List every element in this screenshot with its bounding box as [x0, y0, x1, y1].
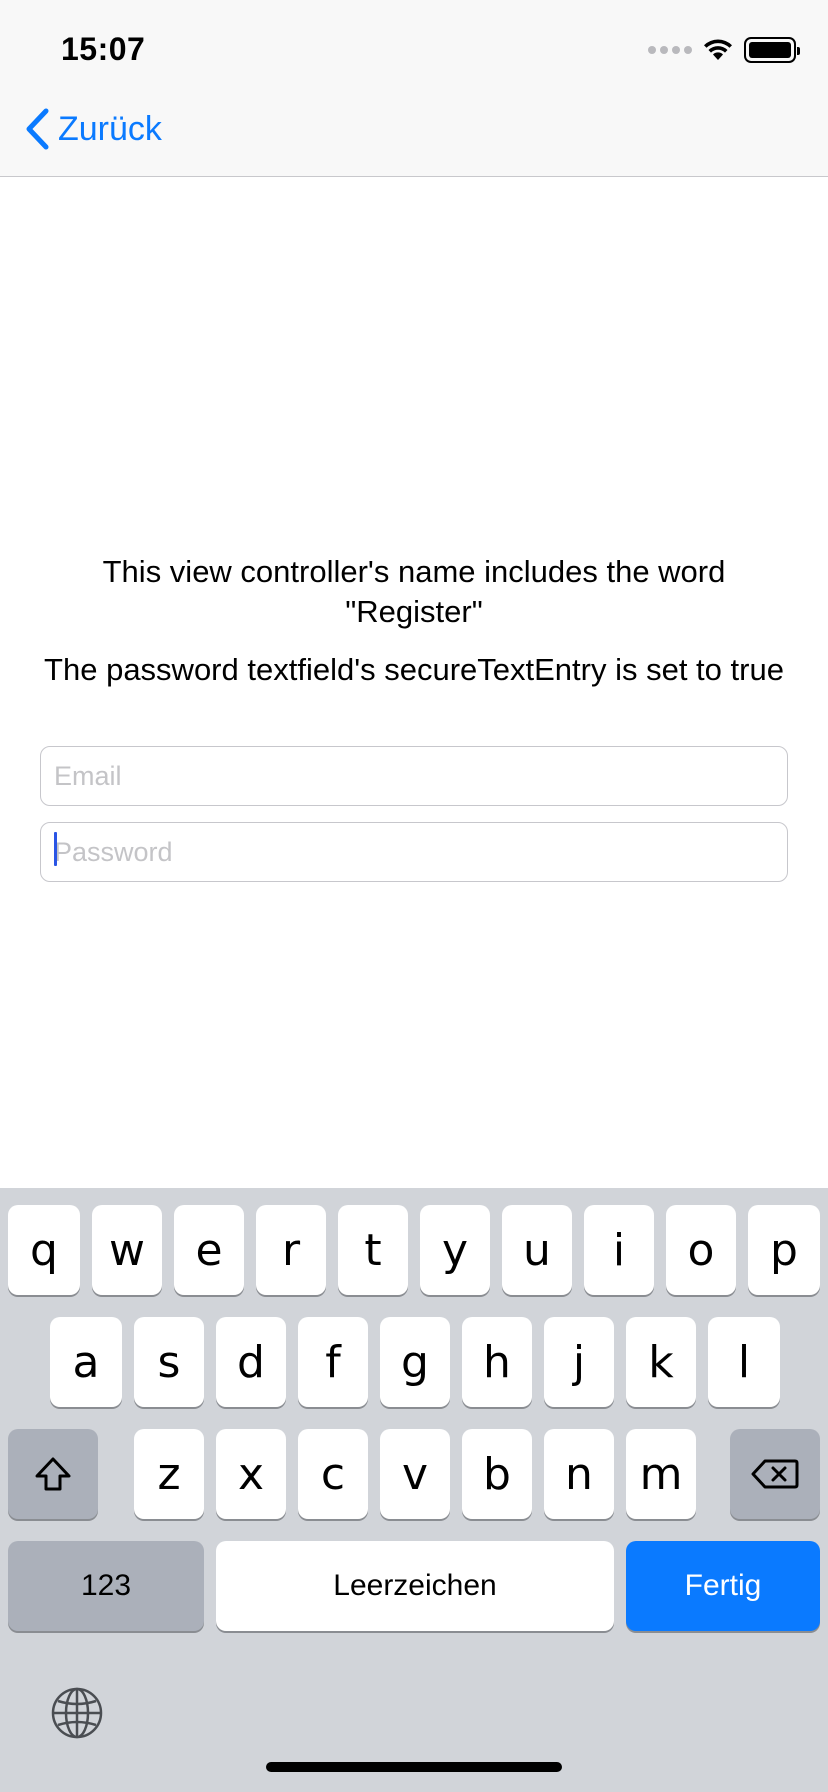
key-a[interactable]: a	[50, 1317, 122, 1407]
key-y[interactable]: y	[420, 1205, 490, 1295]
register-info-label: This view controller's name includes the…	[102, 554, 726, 629]
status-time: 15:07	[61, 31, 146, 67]
key-b[interactable]: b	[462, 1429, 532, 1519]
space-key[interactable]: Leerzeichen	[216, 1541, 614, 1631]
email-field[interactable]	[40, 746, 788, 806]
shift-key[interactable]	[8, 1429, 98, 1519]
key-j[interactable]: j	[544, 1317, 614, 1407]
status-icons	[648, 36, 800, 64]
key-x[interactable]: x	[216, 1429, 286, 1519]
key-u[interactable]: u	[502, 1205, 572, 1295]
key-c[interactable]: c	[298, 1429, 368, 1519]
wifi-icon	[704, 39, 732, 60]
numbers-key[interactable]: 123	[8, 1541, 204, 1631]
key-g[interactable]: g	[380, 1317, 450, 1407]
key-v[interactable]: v	[380, 1429, 450, 1519]
key-s[interactable]: s	[134, 1317, 204, 1407]
key-l[interactable]: l	[708, 1317, 780, 1407]
key-t[interactable]: t	[338, 1205, 408, 1295]
done-key[interactable]: Fertig	[626, 1541, 820, 1631]
key-z[interactable]: z	[134, 1429, 204, 1519]
password-info-label: The password textfield's secureTextEntry…	[44, 652, 784, 687]
home-indicator	[266, 1762, 562, 1772]
key-i[interactable]: i	[584, 1205, 654, 1295]
key-f[interactable]: f	[298, 1317, 368, 1407]
key-h[interactable]: h	[462, 1317, 532, 1407]
password-field[interactable]	[40, 822, 788, 882]
key-e[interactable]: e	[174, 1205, 244, 1295]
key-m[interactable]: m	[626, 1429, 696, 1519]
navigation-bar: 15:07 Zurück	[0, 0, 828, 177]
delete-key[interactable]	[730, 1429, 820, 1519]
chevron-left-icon	[26, 108, 49, 150]
back-button-label: Zurück	[58, 109, 162, 148]
battery-icon	[744, 37, 800, 63]
key-n[interactable]: n	[544, 1429, 614, 1519]
key-d[interactable]: d	[216, 1317, 286, 1407]
cellular-signal-icon	[648, 46, 692, 54]
delete-icon	[751, 1459, 799, 1489]
key-o[interactable]: o	[666, 1205, 736, 1295]
key-k[interactable]: k	[626, 1317, 696, 1407]
key-q[interactable]: q	[8, 1205, 80, 1295]
key-r[interactable]: r	[256, 1205, 326, 1295]
globe-icon[interactable]	[50, 1686, 104, 1740]
key-w[interactable]: w	[92, 1205, 162, 1295]
text-cursor	[54, 832, 57, 866]
key-p[interactable]: p	[748, 1205, 820, 1295]
back-button[interactable]: Zurück	[24, 108, 162, 150]
shift-icon	[35, 1457, 71, 1491]
